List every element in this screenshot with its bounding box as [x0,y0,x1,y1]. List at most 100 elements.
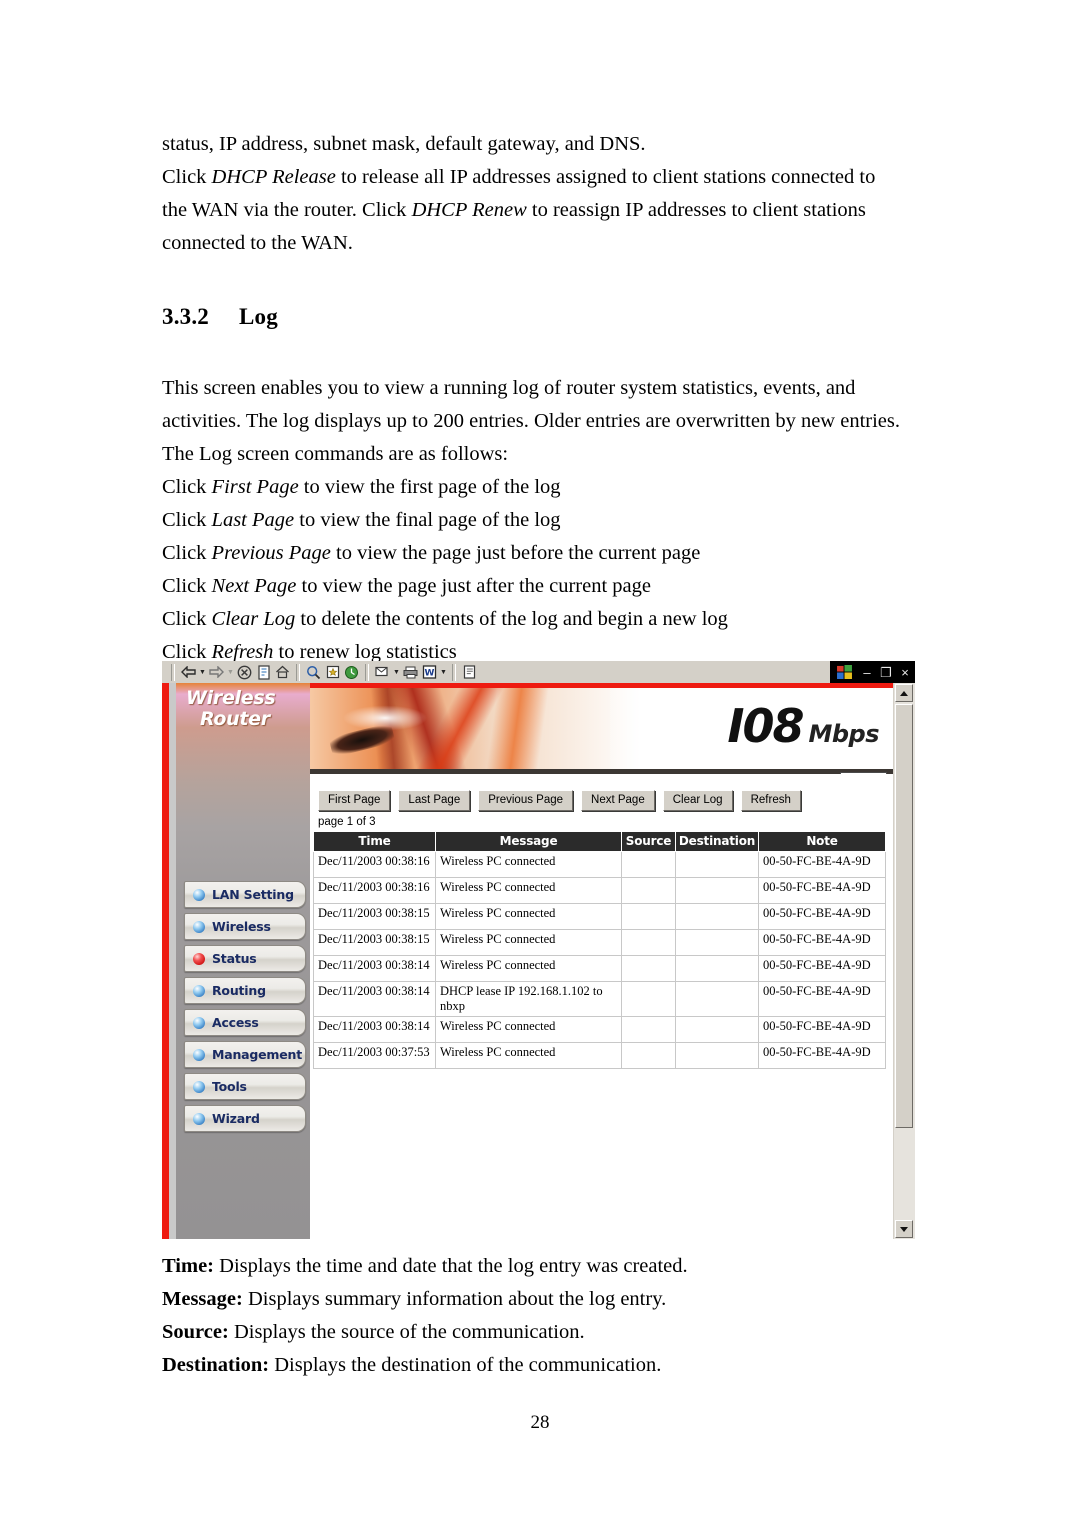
forward-dropdown-caret-icon[interactable]: ▼ [226,663,235,682]
sidebar-item-label: Status [212,951,257,966]
definition-desc: Displays the source of the communication… [228,1321,585,1343]
print-icon[interactable] [401,663,420,682]
scroll-up-button[interactable] [895,684,913,702]
definition-term: Source: [162,1321,229,1343]
first-page-button[interactable]: First Page [318,790,391,811]
cell-destination [675,1042,759,1069]
speed-unit: Mbps [808,720,879,748]
edit-icon[interactable]: W [420,663,439,682]
back-dropdown-caret-icon[interactable]: ▼ [198,663,207,682]
column-header-destination: Destination [675,831,759,852]
history-icon[interactable] [342,663,361,682]
triangle-up-icon [900,690,908,696]
home-icon[interactable] [273,663,292,682]
router-main-column: I08 Mbps Device information Log [310,683,893,1239]
column-header-time: Time [313,831,436,852]
edit-dropdown-caret-icon[interactable]: ▼ [439,663,448,682]
led-icon [193,920,205,933]
close-button[interactable]: × [899,666,911,679]
page-number: 28 [530,1412,550,1433]
minimize-button[interactable]: – [861,666,873,679]
command-last-page: Click Last Page to view the final page o… [162,509,561,531]
mail-icon[interactable] [373,663,392,682]
sidebar-item-wizard[interactable]: Wizard [184,1105,306,1132]
window-titlebar: – ❐ × [830,661,915,683]
cell-destination [675,851,759,878]
table-row: Dec/11/2003 00:38:16 Wireless PC connect… [313,851,886,878]
clear-log-button[interactable]: Clear Log [662,790,733,811]
table-row: Dec/11/2003 00:38:16 Wireless PC connect… [313,877,886,904]
led-icon [193,888,205,901]
previous-page-button[interactable]: Previous Page [478,790,574,811]
sidebar-item-label: Wizard [212,1111,260,1126]
document-text-column: status, IP address, subnet mask, default… [162,128,902,669]
sidebar-menu: LAN Setting Wireless Status Routing Acce… [176,881,310,1137]
cell-message: Wireless PC connected [435,1016,622,1043]
column-header-source: Source [621,831,676,852]
last-page-button[interactable]: Last Page [398,790,471,811]
definition-time: Time: Displays the time and date that th… [162,1250,902,1283]
column-header-note: Note [758,831,886,852]
section-heading: 3.3.2 Log [162,304,902,330]
cell-destination [675,981,759,1017]
field-definitions: Time: Displays the time and date that th… [162,1250,902,1382]
led-icon [193,1112,205,1125]
paragraph-status-line: status, IP address, subnet mask, default… [162,133,646,155]
vertical-scrollbar[interactable] [893,683,915,1239]
cell-message: Wireless PC connected [435,851,622,878]
scroll-down-button[interactable] [895,1220,913,1238]
paragraph-log-intro: This screen enables you to view a runnin… [162,377,900,465]
cell-source [621,1016,676,1043]
mail-dropdown-caret-icon[interactable]: ▼ [392,663,401,682]
cell-note: 00-50-FC-BE-4A-9D [758,877,886,904]
sidebar-item-management[interactable]: Management [184,1041,306,1068]
sidebar-item-label: Access [212,1015,259,1030]
next-page-button[interactable]: Next Page [581,790,655,811]
refresh-button[interactable]: Refresh [740,790,801,811]
cell-note: 00-50-FC-BE-4A-9D [758,1016,886,1043]
cell-time: Dec/11/2003 00:37:53 [313,1042,436,1069]
sidebar-item-routing[interactable]: Routing [184,977,306,1004]
toolbar-separator [452,663,456,681]
cell-source [621,903,676,930]
scrollbar-thumb[interactable] [895,704,913,1128]
sidebar-item-tools[interactable]: Tools [184,1073,306,1100]
definition-destination: Destination: Displays the destination of… [162,1349,902,1382]
cell-note: 00-50-FC-BE-4A-9D [758,1042,886,1069]
router-page-frame: Wireless Router LAN Setting Wireless Sta… [162,683,893,1239]
definition-term: Time: [162,1255,215,1277]
favorites-icon[interactable] [323,663,342,682]
led-icon [193,1016,205,1029]
definition-desc: Displays summary information about the l… [242,1288,667,1310]
back-icon[interactable] [179,663,198,682]
sidebar-item-access[interactable]: Access [184,1009,306,1036]
table-row: Dec/11/2003 00:38:15 Wireless PC connect… [313,929,886,956]
led-icon-active [193,952,205,965]
restore-button[interactable]: ❐ [880,666,892,679]
sidebar-item-wireless[interactable]: Wireless [184,913,306,940]
browser-content-area: Wireless Router LAN Setting Wireless Sta… [162,683,915,1239]
cell-destination [675,955,759,982]
forward-icon[interactable] [207,663,226,682]
cell-source [621,955,676,982]
sidebar-item-label: Wireless [212,919,271,934]
column-header-message: Message [435,831,622,852]
sidebar-item-status[interactable]: Status [184,945,306,972]
log-table-body: Dec/11/2003 00:38:16 Wireless PC connect… [313,851,886,1069]
definition-desc: Displays the destination of the communic… [269,1354,662,1376]
stop-icon[interactable] [235,663,254,682]
speed-number: I08 [727,699,804,753]
command-first-page: Click First Page to view the first page … [162,476,561,498]
cell-note: 00-50-FC-BE-4A-9D [758,955,886,982]
section-number: 3.3.2 [162,304,209,329]
router-sidebar: Wireless Router LAN Setting Wireless Sta… [176,683,310,1239]
browser-window-screenshot: ▼ ▼ ▼ W ▼ – ❐ × Wireless Router LAN Sett… [162,661,915,1239]
cell-message: DHCP lease IP 192.168.1.102 to nbxp [435,981,622,1017]
discuss-icon[interactable] [460,663,479,682]
cell-source [621,877,676,904]
search-icon[interactable] [304,663,323,682]
sidebar-item-lan-setting[interactable]: LAN Setting [184,881,306,908]
brand-line-1: Wireless [186,687,276,709]
command-next-page: Click Next Page to view the page just af… [162,575,651,597]
refresh-icon[interactable] [254,663,273,682]
